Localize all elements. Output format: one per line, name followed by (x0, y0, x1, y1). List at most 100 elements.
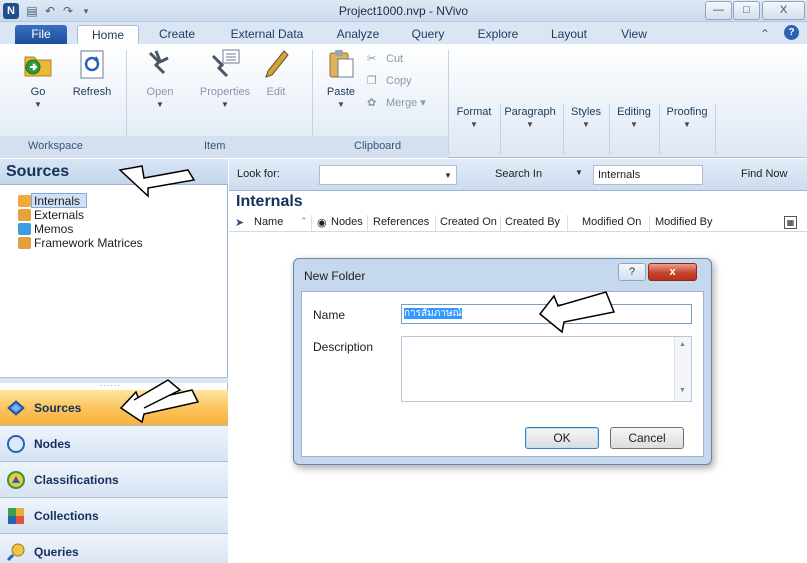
paragraph-button[interactable]: Paragraph ▼ (500, 106, 560, 129)
ribbon-tabs: File Home Create External Data Analyze Q… (0, 22, 807, 44)
refresh-button[interactable]: Refresh (70, 48, 114, 98)
folder-icon (18, 209, 31, 221)
tab-layout[interactable]: Layout (545, 25, 593, 44)
annotation-arrow-icon (119, 379, 200, 424)
tab-analyze[interactable]: Analyze (332, 25, 384, 44)
close-window-button[interactable]: X (762, 1, 805, 20)
format-button[interactable]: Format ▼ (452, 106, 496, 129)
window-title: Project1000.nvp - NVivo (338, 4, 469, 18)
new-folder-dialog: New Folder ? x Name การสัมภาษณ์ Descript… (293, 258, 712, 465)
tree-item-memos[interactable]: Memos (18, 222, 73, 236)
tab-external-data[interactable]: External Data (226, 25, 308, 44)
editing-button[interactable]: Editing ▼ (612, 106, 656, 129)
group-separator (500, 104, 501, 154)
tree-item-externals[interactable]: Externals (18, 208, 84, 222)
dialog-title: New Folder (304, 269, 366, 283)
maximize-button[interactable]: □ (733, 1, 760, 20)
column-header-modified-by[interactable]: Modified By (655, 216, 712, 228)
open-button[interactable]: Open ▼ (140, 48, 180, 109)
column-header-created-on[interactable]: Created On (440, 216, 497, 228)
tree-item-framework-matrices[interactable]: Framework Matrices (18, 236, 143, 250)
chevron-down-icon: ▼ (337, 100, 345, 109)
paste-icon (325, 48, 357, 80)
group-separator (563, 104, 564, 154)
nodes-icon (6, 434, 26, 454)
column-header-references[interactable]: References (373, 216, 429, 228)
chevron-down-icon: ▼ (156, 100, 164, 109)
description-scrollbar[interactable]: ▲ ▼ (674, 337, 691, 401)
chevron-down-icon[interactable]: ▼ (575, 168, 583, 177)
help-icon[interactable]: ? (784, 25, 799, 40)
copy-button[interactable]: ❐ Copy (367, 74, 412, 88)
nav-button-collections[interactable]: Collections (0, 498, 228, 534)
navigation-pane: Sources Internals Externals Memos Framew… (0, 159, 228, 563)
nav-button-nodes[interactable]: Nodes (0, 426, 228, 462)
classifications-icon (6, 470, 26, 490)
column-header-modified-on[interactable]: Modified On (582, 216, 641, 228)
column-separator (311, 215, 312, 231)
chevron-down-icon: ▼ (34, 100, 42, 109)
group-separator (659, 104, 660, 154)
column-chooser-icon[interactable]: ▦ (784, 216, 797, 229)
column-header-name[interactable]: Name (254, 216, 283, 228)
proofing-button[interactable]: Proofing ▼ (662, 106, 712, 129)
tab-query[interactable]: Query (405, 25, 451, 44)
edit-button[interactable]: Edit (258, 48, 294, 98)
annotation-arrow-icon (538, 291, 616, 334)
go-button[interactable]: Go ▼ (18, 48, 58, 109)
open-icon (144, 48, 176, 80)
sort-ascending-icon: ⌃ (300, 216, 308, 226)
find-now-button[interactable]: Find Now (741, 168, 787, 180)
chevron-down-icon: ▼ (221, 100, 229, 109)
properties-icon (209, 48, 241, 80)
copy-icon: ❐ (367, 75, 377, 87)
minimize-button[interactable]: — (705, 1, 732, 20)
dialog-close-button[interactable]: x (648, 263, 697, 281)
collections-icon (6, 506, 26, 526)
chevron-down-icon: ▼ (526, 120, 534, 129)
nav-title: Sources (6, 163, 70, 180)
dialog-help-button[interactable]: ? (618, 263, 646, 281)
annotation-arrow-icon (118, 165, 196, 198)
tab-home[interactable]: Home (77, 25, 139, 44)
look-for-input[interactable]: ▼ (319, 165, 457, 185)
pencil-icon (260, 48, 292, 80)
sources-icon (6, 398, 26, 418)
chevron-down-icon: ▼ (582, 120, 590, 129)
nav-button-queries[interactable]: Queries (0, 534, 228, 563)
tab-explore[interactable]: Explore (472, 25, 524, 44)
tab-view[interactable]: View (614, 25, 654, 44)
chevron-down-icon: ▼ (683, 120, 691, 129)
column-header-nodes[interactable]: Nodes (331, 216, 363, 228)
tree-item-internals[interactable]: Internals (18, 194, 80, 208)
refresh-icon (76, 48, 108, 80)
tab-create[interactable]: Create (150, 25, 204, 44)
merge-button[interactable]: ✿ Merge ▾ (367, 96, 426, 110)
list-title: Internals (236, 193, 303, 210)
scroll-up-icon[interactable]: ▲ (679, 341, 686, 348)
description-input[interactable]: ▲ ▼ (401, 336, 692, 402)
cut-button[interactable]: ✂ Cut (367, 52, 403, 66)
chevron-down-icon[interactable]: ▼ (444, 171, 452, 180)
cancel-button[interactable]: Cancel (610, 427, 684, 449)
merge-icon: ✿ (367, 97, 377, 110)
folder-icon (18, 237, 31, 249)
folder-open-icon (18, 195, 31, 207)
search-scope-field[interactable]: Internals (593, 165, 703, 185)
tab-file[interactable]: File (15, 25, 67, 44)
styles-button[interactable]: Styles ▼ (566, 106, 606, 129)
ok-button[interactable]: OK (525, 427, 599, 449)
scissors-icon: ✂ (367, 53, 377, 65)
nav-button-classifications[interactable]: Classifications (0, 462, 228, 498)
paste-button[interactable]: Paste ▼ (324, 48, 358, 109)
column-header-created-by[interactable]: Created By (505, 216, 560, 228)
scroll-down-icon[interactable]: ▼ (679, 387, 686, 394)
search-in-button[interactable]: Search In (495, 168, 542, 180)
column-separator (435, 215, 436, 231)
pin-icon: ➤ (235, 217, 245, 229)
name-label: Name (313, 308, 346, 322)
chevron-down-icon: ▼ (470, 120, 478, 129)
properties-button[interactable]: Properties ▼ (196, 48, 254, 109)
minimize-ribbon-icon[interactable]: ⌃ (760, 27, 770, 41)
group-separator (715, 104, 716, 154)
